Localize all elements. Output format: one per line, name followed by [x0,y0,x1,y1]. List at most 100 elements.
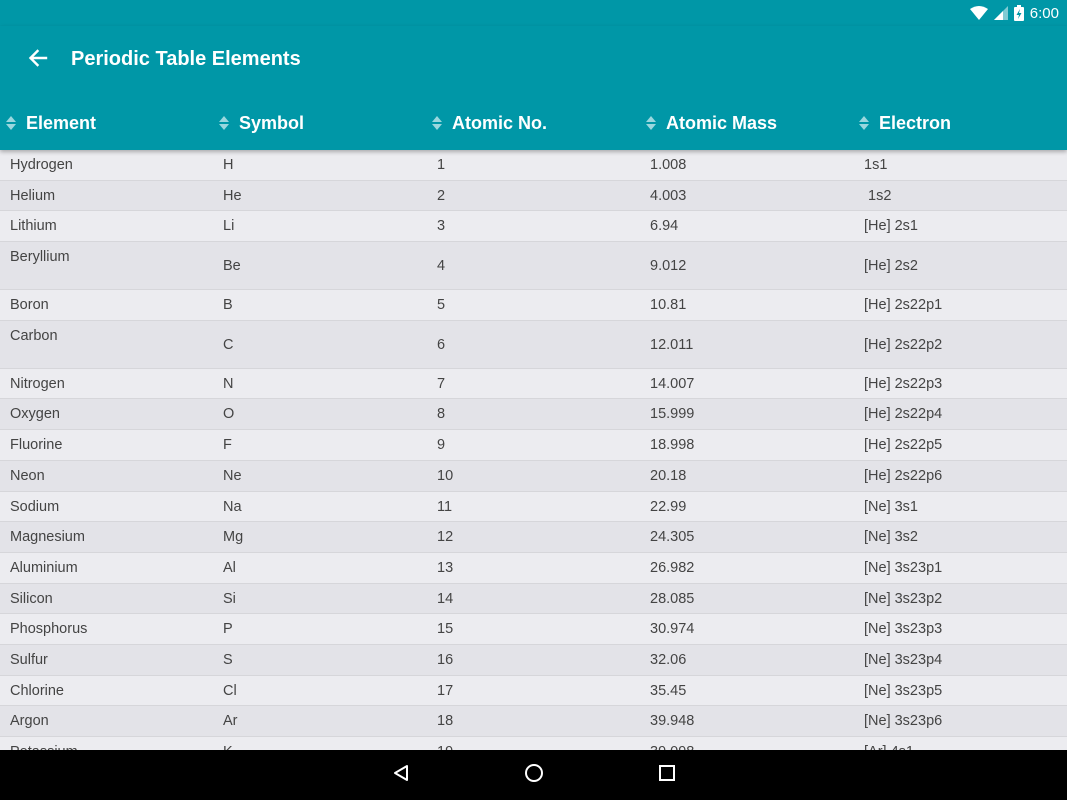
cell-element: Lithium [10,218,57,235]
table-row[interactable]: Aluminium Al 13 26.982 [Ne] 3s23p1 [0,552,1067,584]
nav-recents-button[interactable] [654,762,680,788]
nav-back-button[interactable] [388,762,414,788]
cell-atomic-number: 4 [437,258,446,275]
table-body[interactable]: Hydrogen H 1 1.008 1s1 Helium He 2 4.003 1s2 Lith… [0,150,1067,750]
table-row[interactable]: PotassiumK1939.098[Ar] 4s1 [0,737,1067,750]
column-header-atomic-mass[interactable]: Atomic Mass [646,104,777,142]
sort-icon [432,115,442,131]
cell-symbol: Ne [223,467,242,484]
cell-element: Fluorine [10,437,63,454]
column-header-label: Element [26,112,97,133]
cell-element: Aluminium [10,559,78,576]
cell-electron: [Ne] 3s23p4 [864,651,943,668]
status-time: 6:00 [1029,4,1059,22]
cell-electron: [He] 2s22p5 [864,437,943,454]
cell-element: Phosphorus [10,621,88,638]
column-header-electron[interactable]: Electron [859,104,951,142]
column-header-label: Symbol [239,112,305,133]
cell-atomic-number: 10 [437,467,454,484]
table-row[interactable]: Argon Ar 18 39.948 [Ne] 3s23p6 [0,706,1067,737]
cell-element: Boron [10,297,49,314]
column-header-element[interactable]: Element [6,104,96,142]
table-row[interactable]: Helium He 2 4.003 1s2 [0,180,1067,212]
table-row[interactable]: Silicon Si 14 28.085 [Ne] 3s23p2 [0,583,1067,615]
cell-symbol: Al [223,559,236,576]
cell-element: Beryllium [10,249,70,266]
cell-element: Oxygen [10,406,60,423]
back-button[interactable] [22,46,54,74]
cell-atomic-mass: 4.003 [650,187,687,204]
signal-icon [993,6,1008,20]
cell-symbol: N [223,375,234,392]
cell-element: Silicon [10,590,53,607]
cell-atomic-number: 5 [437,297,446,314]
cell-symbol: Ar [223,713,238,730]
cell-atomic-number: 13 [437,559,454,576]
cell-symbol: O [223,406,235,423]
cell-electron: [He] 2s22p2 [864,336,943,353]
table-row[interactable]: Lithium Li 3 6.94 [He] 2s1 [0,211,1067,243]
cell-atomic-mass: 22.99 [650,498,687,515]
square-recents-icon [658,764,676,787]
cell-electron: [He] 2s1 [864,218,918,235]
cell-atomic-number: 18 [437,713,454,730]
cell-atomic-mass: 20.18 [650,467,687,484]
cell-atomic-number: 9 [437,437,446,454]
cell-electron: [Ne] 3s1 [864,498,918,515]
cell-atomic-mass: 35.45 [650,682,687,699]
triangle-back-icon [392,764,410,787]
table-row[interactable]: Phosphorus P 15 30.974 [Ne] 3s23p3 [0,614,1067,645]
column-header-symbol[interactable]: Symbol [219,104,304,142]
cell-atomic-mass: 18.998 [650,437,695,454]
cell-atomic-number: 3 [437,218,446,235]
cell-atomic-mass: 15.999 [650,406,695,423]
table-row[interactable]: Hydrogen H 1 1.008 1s1 [0,150,1067,181]
table-row[interactable]: Sodium Na 11 22.99 [Ne] 3s1 [0,491,1067,523]
column-header-atomic-number[interactable]: Atomic No. [432,104,547,142]
table-row[interactable]: Fluorine F 9 18.998 [He] 2s22p5 [0,430,1067,461]
cell-symbol: S [223,651,233,668]
sort-icon [646,115,656,131]
circle-home-icon [524,763,544,788]
cell-atomic-mass: 39.948 [650,713,695,730]
cell-element: Neon [10,467,45,484]
cell-electron: 1s2 [864,187,892,204]
nav-home-button[interactable] [521,762,547,788]
cell-atomic-mass: 26.982 [650,559,695,576]
table-row[interactable]: Chlorine Cl 17 35.45 [Ne] 3s23p5 [0,675,1067,707]
cell-symbol: Be [223,258,241,275]
cell-symbol: C [223,336,234,353]
cell-atomic-number: 7 [437,375,446,392]
cell-symbol: Li [223,218,235,235]
status-icons: 6:00 [969,0,1059,26]
cell-symbol: B [223,297,233,314]
arrow-back-icon [28,48,48,72]
page-title: Periodic Table Elements [71,48,301,70]
cell-atomic-number: 14 [437,590,454,607]
table-row[interactable]: Magnesium Mg 12 24.305 [Ne] 3s2 [0,522,1067,553]
cell-symbol: Na [223,498,242,515]
cell-element: Hydrogen [10,157,73,173]
cell-atomic-mass: 9.012 [650,258,687,275]
cell-electron: [He] 2s22p4 [864,406,943,423]
table-row[interactable]: Beryllium Be 4 9.012 [He] 2s2 [0,242,1067,291]
cell-atomic-number: 6 [437,336,446,353]
cell-symbol: F [223,437,232,454]
table-row[interactable]: Neon Ne 10 20.18 [He] 2s22p6 [0,460,1067,492]
table-row[interactable]: Carbon C 6 12.011 [He] 2s22p2 [0,320,1067,369]
cell-element: Helium [10,187,56,204]
cell-atomic-number: 1 [437,157,446,173]
cell-atomic-number: 8 [437,406,446,423]
cell-atomic-number: 2 [437,187,446,204]
cell-element: Magnesium [10,529,85,546]
table-row[interactable]: Boron B 5 10.81 [He] 2s22p1 [0,290,1067,321]
battery-charging-icon [1013,5,1024,21]
cell-electron: [Ne] 3s2 [864,529,918,546]
table-row[interactable]: Nitrogen N 7 14.007 [He] 2s22p3 [0,368,1067,400]
table-row[interactable]: Oxygen O 8 15.999 [He] 2s22p4 [0,399,1067,431]
column-header-label: Atomic No. [452,112,548,133]
cell-atomic-mass: 1.008 [650,157,687,173]
table-row[interactable]: Sulfur S 16 32.06 [Ne] 3s23p4 [0,644,1067,676]
cell-electron: [Ne] 3s23p2 [864,590,943,607]
cell-electron: [He] 2s2 [864,258,918,275]
